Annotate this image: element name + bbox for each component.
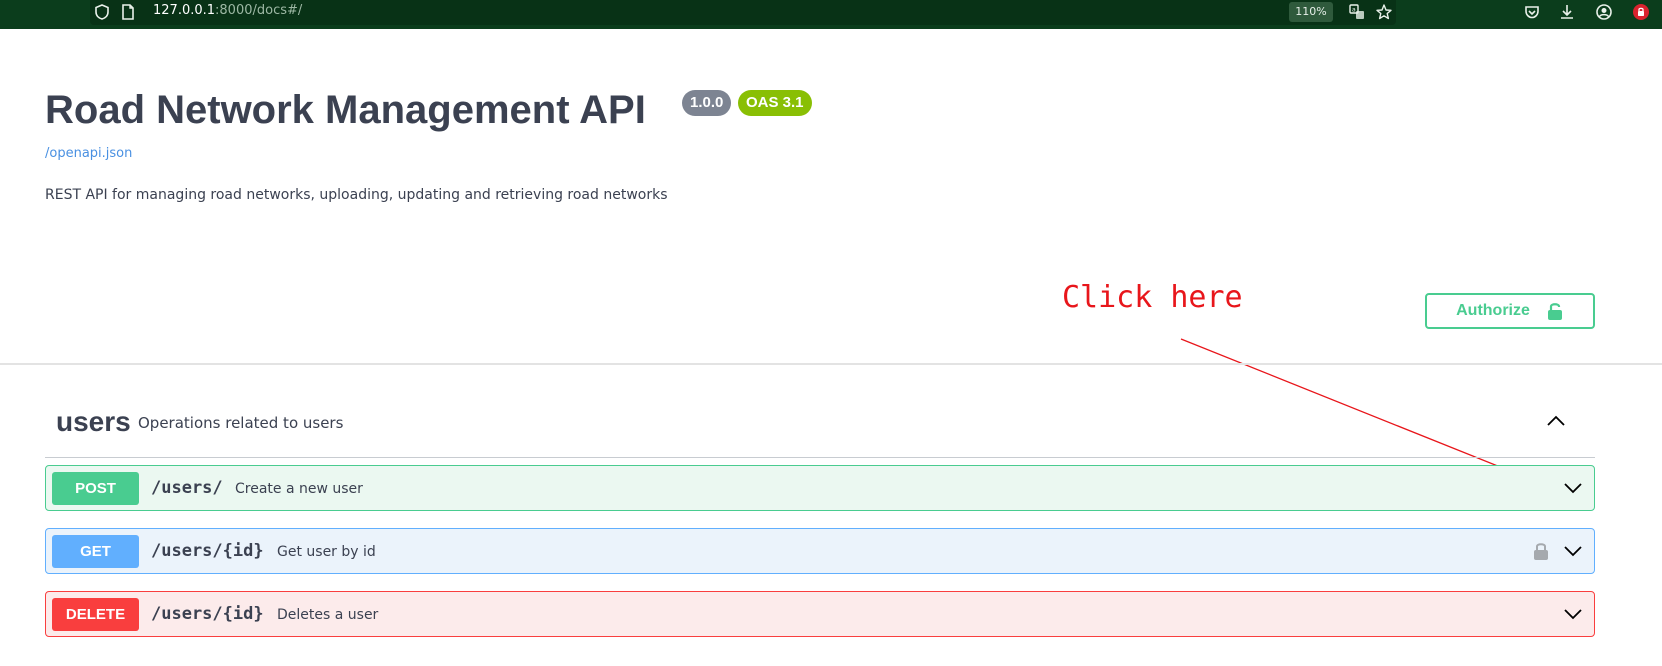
tag-users-header[interactable]: users Operations related to users	[45, 400, 1595, 458]
svg-text:a: a	[1352, 7, 1356, 14]
operation-summary: Get user by id	[277, 544, 376, 560]
api-title: Road Network Management API	[45, 88, 646, 132]
tag-description: Operations related to users	[138, 414, 344, 432]
tag-name: users	[56, 406, 131, 437]
unlocked-icon	[1546, 301, 1564, 321]
oas-version-badge: OAS 3.1	[738, 90, 812, 116]
operation-path: /users/	[151, 478, 223, 498]
account-icon[interactable]	[1595, 3, 1613, 21]
shield-icon[interactable]	[93, 3, 111, 21]
url-host: 127.0.0.1	[153, 3, 216, 18]
method-badge: DELETE	[52, 598, 139, 631]
address-bar[interactable]: 127.0.0.1:8000/docs#/ 110% a	[90, 0, 1396, 25]
page-icon[interactable]	[119, 3, 137, 21]
browser-toolbar: 127.0.0.1:8000/docs#/ 110% a	[0, 0, 1662, 29]
operation-path: /users/{id}	[151, 541, 264, 561]
version-badge: 1.0.0	[682, 90, 732, 116]
url-path: :8000/docs#/	[215, 3, 303, 18]
authorize-button[interactable]: Authorize	[1425, 293, 1595, 329]
annotation-label: Click here	[1062, 280, 1243, 315]
chevron-up-icon[interactable]	[1545, 410, 1567, 432]
translate-icon[interactable]: a	[1348, 3, 1366, 21]
operation-summary: Deletes a user	[277, 607, 379, 623]
section-divider	[0, 363, 1662, 365]
operation-post-users[interactable]: POST /users/ Create a new user	[45, 465, 1595, 511]
method-badge: POST	[52, 472, 139, 505]
pocket-icon[interactable]	[1523, 3, 1541, 21]
operation-delete-user[interactable]: DELETE /users/{id} Deletes a user	[45, 591, 1595, 637]
chevron-down-icon[interactable]	[1563, 604, 1583, 624]
chevron-down-icon[interactable]	[1563, 478, 1583, 498]
lock-icon[interactable]	[1533, 541, 1549, 561]
operation-summary: Create a new user	[235, 481, 363, 497]
authorize-label: Authorize	[1456, 302, 1530, 319]
operation-get-user-by-id[interactable]: GET /users/{id} Get user by id	[45, 528, 1595, 574]
url-text[interactable]: 127.0.0.1:8000/docs#/	[153, 3, 302, 18]
openapi-spec-link[interactable]: /openapi.json	[45, 146, 132, 161]
api-description: REST API for managing road networks, upl…	[45, 187, 668, 203]
download-icon[interactable]	[1558, 3, 1576, 21]
zoom-level-badge[interactable]: 110%	[1289, 2, 1333, 22]
extension-lock-icon[interactable]	[1632, 3, 1650, 21]
star-icon[interactable]	[1375, 3, 1393, 21]
method-badge: GET	[52, 535, 139, 568]
operation-path: /users/{id}	[151, 604, 264, 624]
chevron-down-icon[interactable]	[1563, 541, 1583, 561]
